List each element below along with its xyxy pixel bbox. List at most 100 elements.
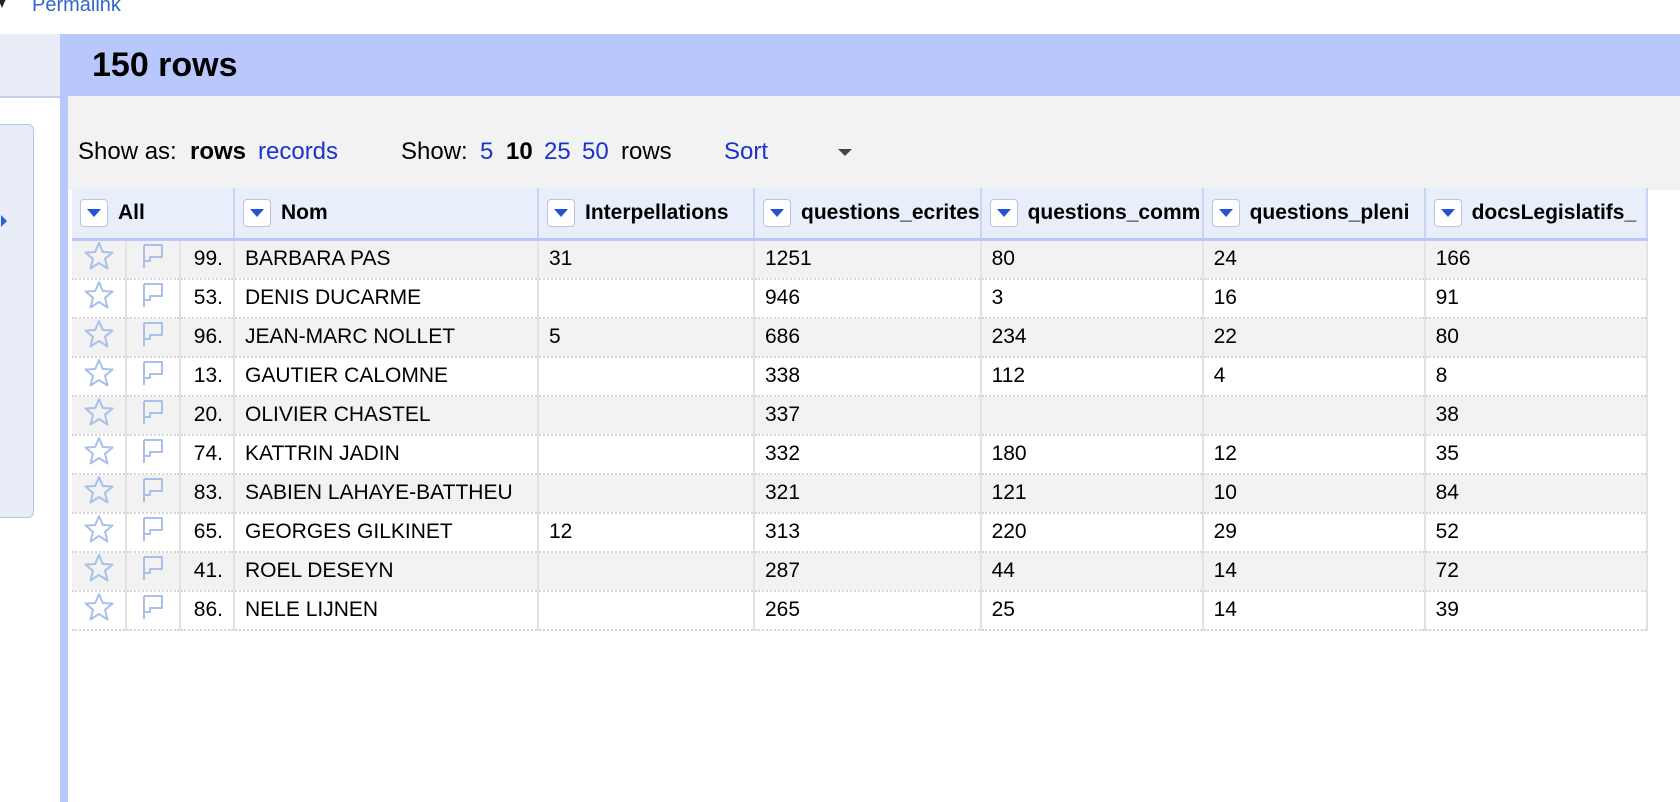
flag-icon[interactable] [138, 397, 168, 433]
cell-docs-legislatifs[interactable]: 80 [1424, 317, 1648, 358]
star-icon[interactable] [84, 553, 114, 589]
cell-interpellations[interactable] [538, 395, 755, 436]
cell-questions-ecrites[interactable]: 946 [754, 278, 982, 319]
cell-interpellations[interactable] [538, 551, 755, 592]
cell-questions-ecrites[interactable]: 1251 [754, 239, 982, 280]
flag-toggle[interactable] [126, 317, 181, 358]
cell-nom[interactable]: GAUTIER CALOMNE [234, 356, 539, 397]
star-icon[interactable] [84, 475, 114, 511]
star-icon[interactable] [84, 436, 114, 472]
cell-questions-ecrites[interactable]: 321 [754, 473, 982, 514]
sort-caret-icon[interactable] [838, 149, 852, 156]
cell-docs-legislatifs[interactable]: 52 [1424, 512, 1648, 553]
cell-nom[interactable]: ROEL DESEYN [234, 551, 539, 592]
chevron-down-icon[interactable] [1433, 199, 1462, 227]
star-icon[interactable] [84, 241, 114, 276]
caret-down-icon[interactable] [0, 0, 8, 8]
cell-questions-ecrites[interactable]: 265 [754, 590, 982, 631]
cell-questions-comm[interactable]: 44 [980, 551, 1204, 592]
flag-toggle[interactable] [126, 434, 181, 475]
cell-questions-comm[interactable]: 25 [980, 590, 1204, 631]
cell-questions-comm[interactable]: 80 [980, 239, 1204, 280]
flag-icon[interactable] [138, 553, 168, 589]
cell-questions-pleni[interactable]: 14 [1202, 551, 1426, 592]
cell-interpellations[interactable] [538, 356, 755, 397]
cell-interpellations[interactable] [538, 590, 755, 631]
page-size-25-link[interactable]: 25 [544, 140, 571, 164]
star-toggle[interactable] [72, 395, 127, 436]
column-header-questions-pleni[interactable]: questions_pleni [1202, 188, 1426, 241]
column-header-questions-comm[interactable]: questions_comm [980, 188, 1204, 241]
cell-interpellations[interactable] [538, 473, 755, 514]
star-toggle[interactable] [72, 473, 127, 514]
column-header-interpellations[interactable]: Interpellations [538, 188, 755, 241]
cell-nom[interactable]: BARBARA PAS [234, 239, 539, 280]
star-toggle[interactable] [72, 356, 127, 397]
cell-questions-pleni[interactable]: 12 [1202, 434, 1426, 475]
page-size-10-option[interactable]: 10 [506, 140, 533, 164]
flag-toggle[interactable] [126, 239, 181, 280]
star-toggle[interactable] [72, 434, 127, 475]
flag-toggle[interactable] [126, 473, 181, 514]
cell-nom[interactable]: OLIVIER CHASTEL [234, 395, 539, 436]
cell-questions-ecrites[interactable]: 686 [754, 317, 982, 358]
cell-docs-legislatifs[interactable]: 84 [1424, 473, 1648, 514]
cell-questions-pleni[interactable]: 24 [1202, 239, 1426, 280]
sort-menu-button[interactable]: Sort [724, 140, 768, 164]
cell-questions-pleni[interactable]: 4 [1202, 356, 1426, 397]
cell-questions-comm[interactable]: 3 [980, 278, 1204, 319]
flag-toggle[interactable] [126, 395, 181, 436]
column-header-all[interactable]: All [72, 188, 235, 241]
cell-interpellations[interactable] [538, 278, 755, 319]
star-toggle[interactable] [72, 278, 127, 319]
cell-interpellations[interactable]: 12 [538, 512, 755, 553]
cell-questions-pleni[interactable] [1202, 395, 1426, 436]
left-panel-tab[interactable] [0, 124, 34, 518]
cell-docs-legislatifs[interactable]: 38 [1424, 395, 1648, 436]
permalink-link[interactable]: Permalink [32, 0, 121, 17]
cell-nom[interactable]: JEAN-MARC NOLLET [234, 317, 539, 358]
cell-interpellations[interactable]: 31 [538, 239, 755, 280]
rows-mode-option[interactable]: rows [190, 140, 246, 164]
star-toggle[interactable] [72, 590, 127, 631]
chevron-down-icon[interactable] [243, 199, 271, 227]
cell-docs-legislatifs[interactable]: 35 [1424, 434, 1648, 475]
chevron-down-icon[interactable] [1211, 199, 1240, 227]
flag-icon[interactable] [138, 592, 168, 628]
cell-questions-comm[interactable]: 220 [980, 512, 1204, 553]
star-icon[interactable] [84, 319, 114, 355]
cell-docs-legislatifs[interactable]: 39 [1424, 590, 1648, 631]
flag-icon[interactable] [138, 475, 168, 511]
column-header-docs-legislatifs[interactable]: docsLegislatifs_ [1424, 188, 1648, 241]
star-toggle[interactable] [72, 551, 127, 592]
cell-nom[interactable]: KATTRIN JADIN [234, 434, 539, 475]
page-size-50-link[interactable]: 50 [582, 140, 609, 164]
cell-questions-pleni[interactable]: 16 [1202, 278, 1426, 319]
page-size-5-link[interactable]: 5 [480, 140, 493, 164]
cell-docs-legislatifs[interactable]: 166 [1424, 239, 1648, 280]
star-icon[interactable] [84, 358, 114, 394]
flag-icon[interactable] [138, 514, 168, 550]
cell-questions-ecrites[interactable]: 287 [754, 551, 982, 592]
chevron-down-icon[interactable] [547, 199, 575, 227]
cell-interpellations[interactable]: 5 [538, 317, 755, 358]
star-icon[interactable] [84, 397, 114, 433]
flag-icon[interactable] [138, 241, 168, 276]
chevron-down-icon[interactable] [989, 199, 1018, 227]
cell-questions-ecrites[interactable]: 337 [754, 395, 982, 436]
cell-questions-pleni[interactable]: 22 [1202, 317, 1426, 358]
flag-icon[interactable] [138, 436, 168, 472]
column-header-nom[interactable]: Nom [234, 188, 539, 241]
cell-questions-comm[interactable] [980, 395, 1204, 436]
cell-questions-pleni[interactable]: 10 [1202, 473, 1426, 514]
cell-docs-legislatifs[interactable]: 72 [1424, 551, 1648, 592]
chevron-down-icon[interactable] [763, 199, 791, 227]
chevron-down-icon[interactable] [80, 199, 108, 227]
flag-toggle[interactable] [126, 356, 181, 397]
cell-docs-legislatifs[interactable]: 91 [1424, 278, 1648, 319]
star-icon[interactable] [84, 514, 114, 550]
star-toggle[interactable] [72, 317, 127, 358]
flag-toggle[interactable] [126, 512, 181, 553]
cell-questions-ecrites[interactable]: 338 [754, 356, 982, 397]
cell-questions-comm[interactable]: 234 [980, 317, 1204, 358]
